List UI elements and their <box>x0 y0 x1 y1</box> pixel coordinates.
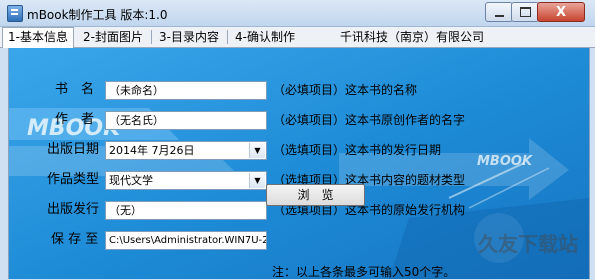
close-button[interactable]: X <box>537 2 585 22</box>
tab-basic-info[interactable]: 1-基本信息 <box>2 27 74 48</box>
minimize-button[interactable] <box>485 2 513 22</box>
book-name-hint: （必填项目）这本书的名称 <box>273 83 418 97</box>
tab-separator <box>227 30 228 44</box>
site-watermark: 久友下载站 <box>478 232 578 256</box>
browse-button[interactable]: 浏 览 <box>266 184 365 206</box>
tab-label: 2-封面图片 <box>83 30 143 44</box>
chevron-down-icon[interactable]: ▼ <box>249 143 265 158</box>
input-limit-note: 注：以上各条最多可输入50个字。 <box>272 265 456 279</box>
genre-value: 现代文学 <box>109 174 153 187</box>
publish-date-hint: （选填项目）这本书的发行日期 <box>273 143 442 157</box>
close-icon: X <box>555 4 567 20</box>
publish-date-value: 2014年 7月26日 <box>109 144 195 157</box>
publisher-input[interactable]: （无） <box>105 201 267 220</box>
genre-select[interactable]: 现代文学 ▼ <box>105 171 267 190</box>
author-label: 作 者 <box>55 112 95 127</box>
publish-date-picker[interactable]: 2014年 7月26日 ▼ <box>105 141 267 160</box>
maximize-icon <box>519 7 531 17</box>
tab-label: 1-基本信息 <box>8 30 68 44</box>
app-icon <box>7 5 23 22</box>
maximize-button[interactable] <box>511 2 539 22</box>
save-path-input[interactable]: C:\Users\Administrator.WIN7U-20 <box>105 231 267 250</box>
company-name: 千讯科技（南京）有限公司 <box>340 30 485 44</box>
tab-separator <box>151 30 152 44</box>
book-name-label: 书 名 <box>55 82 95 97</box>
chevron-down-icon[interactable]: ▼ <box>249 173 265 188</box>
title-bar[interactable]: mBook制作工具 版本:1.0 X <box>0 0 595 27</box>
tab-bar: 1-基本信息 2-封面图片 3-目录内容 4-确认制作 千讯科技（南京）有限公司 <box>0 27 595 48</box>
tab-label: 3-目录内容 <box>159 30 219 44</box>
tab-label: 4-确认制作 <box>235 30 295 44</box>
window-title: mBook制作工具 版本:1.0 <box>27 8 168 22</box>
minimize-icon <box>494 14 504 17</box>
publisher-label: 出版发行 <box>47 202 100 217</box>
author-hint: （必填项目）这本书原创作者的名字 <box>273 113 466 127</box>
genre-label: 作品类型 <box>47 172 100 187</box>
background-brand-text-right: MBOOK <box>477 154 533 169</box>
save-path-label: 保 存 至 <box>51 232 99 247</box>
app-window: mBook制作工具 版本:1.0 X 1-基本信息 2-封面图片 3-目录内容 … <box>0 0 595 279</box>
tab-confirm-make[interactable]: 4-确认制作 <box>230 28 300 46</box>
author-input[interactable]: （无名氏） <box>105 111 267 130</box>
tab-cover-image[interactable]: 2-封面图片 <box>78 28 148 46</box>
book-name-input[interactable]: （未命名） <box>105 81 267 100</box>
tab-toc-content[interactable]: 3-目录内容 <box>154 28 224 46</box>
publish-date-label: 出版日期 <box>47 142 100 157</box>
